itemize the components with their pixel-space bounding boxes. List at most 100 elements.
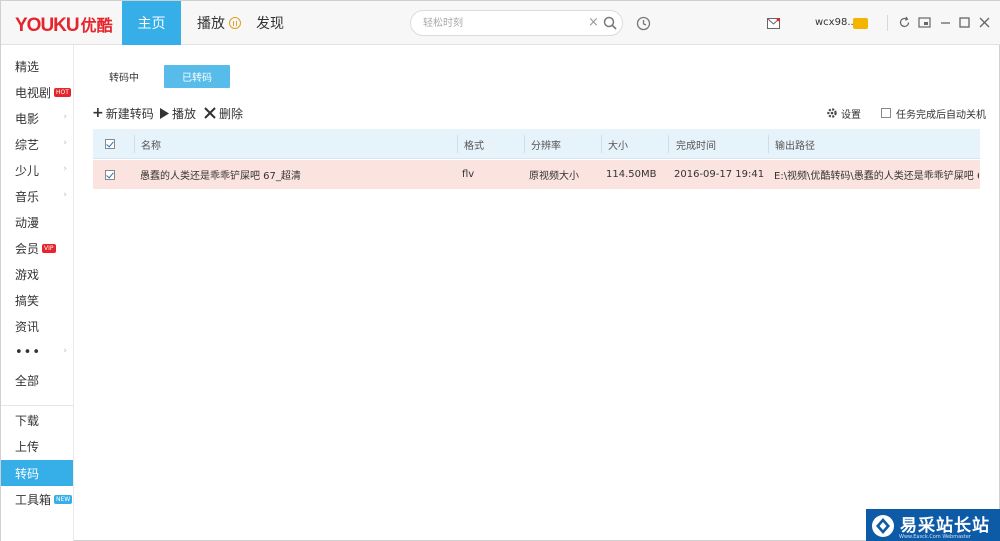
column-divider xyxy=(668,135,669,153)
youku-window: YOUKU 优酷 主页 播放 发现 × xyxy=(0,0,1000,541)
history-clock-icon[interactable] xyxy=(636,16,651,31)
column-label: 完成时间 xyxy=(676,140,716,152)
sidebar-item-anime[interactable]: 动漫 xyxy=(1,209,73,235)
close-icon[interactable] xyxy=(978,16,991,29)
play-button[interactable]: 播放 xyxy=(160,105,196,121)
button-label: 删除 xyxy=(219,106,244,121)
chevron-right-icon: › xyxy=(63,190,67,200)
cell-output-path: E:\视频\优酷转码\愚蠢的人类还是乖乖铲屎吧 6... xyxy=(774,171,979,182)
sidebar-item-label: 工具箱 xyxy=(15,492,52,507)
checkbox-checked[interactable] xyxy=(105,139,115,149)
username-label[interactable]: wcx98... xyxy=(815,17,857,28)
sidebar-item-game[interactable]: 游戏 xyxy=(1,261,73,287)
sidebar-item-label: 电视剧 xyxy=(15,85,52,100)
minimize-icon[interactable] xyxy=(939,16,952,29)
sidebar-item-variety[interactable]: 综艺 › xyxy=(1,131,73,157)
column-label: 大小 xyxy=(608,140,628,152)
watermark-title: 易采站长站 xyxy=(900,515,990,536)
button-label: 播放 xyxy=(172,106,197,121)
tab-converting[interactable]: 转码中 xyxy=(95,65,153,88)
sidebar-item-funny[interactable]: 搞笑 xyxy=(1,287,73,313)
checkbox-checked[interactable] xyxy=(105,169,115,180)
clear-icon[interactable]: × xyxy=(588,15,599,30)
select-all-checkbox[interactable] xyxy=(105,129,120,159)
sidebar-item-featured[interactable]: 精选 xyxy=(1,53,73,79)
hot-badge: HOT xyxy=(54,87,71,97)
column-divider xyxy=(601,135,602,153)
column-header-resolution[interactable]: 分辨率 xyxy=(531,129,561,159)
sidebar-item-upload[interactable]: 上传 xyxy=(1,433,73,459)
sidebar-item-transcode[interactable]: 转码 xyxy=(1,460,73,486)
sidebar-item-member[interactable]: 会员 VIP xyxy=(1,235,73,261)
sidebar-item-download[interactable]: 下载 xyxy=(1,407,73,433)
delete-button[interactable]: 删除 xyxy=(204,105,243,121)
sidebar-item-all[interactable]: 全部 xyxy=(1,367,73,393)
nav-home-label: 主页 xyxy=(137,16,166,32)
nav-discover-tab[interactable]: 发现 xyxy=(256,1,284,45)
chevron-right-icon: › xyxy=(63,112,67,122)
checkbox-unchecked[interactable] xyxy=(881,108,891,118)
refresh-icon[interactable] xyxy=(898,16,911,29)
sidebar-item-label: 动漫 xyxy=(15,215,40,230)
cell-size: 114.50MB xyxy=(606,169,657,180)
auto-shutdown-label: 任务完成后自动关机 xyxy=(896,109,986,121)
sidebar-item-label: 全部 xyxy=(15,373,40,388)
nav-play-tab[interactable]: 播放 xyxy=(197,1,241,45)
pause-icon xyxy=(229,17,241,29)
chevron-right-icon: › xyxy=(63,346,67,356)
search-box: × xyxy=(410,10,623,36)
column-divider xyxy=(457,135,458,153)
sidebar-item-label: 资讯 xyxy=(15,319,40,334)
sidebar-item-label: 精选 xyxy=(15,59,40,74)
sidebar-item-news[interactable]: 资讯 xyxy=(1,313,73,339)
settings-button[interactable]: 设置 xyxy=(826,105,861,121)
maximize-icon[interactable] xyxy=(958,16,971,29)
sidebar-divider xyxy=(1,405,73,406)
row-checkbox[interactable] xyxy=(105,160,120,189)
sidebar-item-toolbox[interactable]: 工具箱 NEW xyxy=(1,486,73,512)
delete-x-icon xyxy=(204,107,216,119)
sidebar-item-label: 少儿 xyxy=(15,163,40,178)
sidebar-item-kids[interactable]: 少儿 › xyxy=(1,157,73,183)
sidebar: 精选 电视剧 HOT 电影 › 综艺 › 少儿 › 音乐 › 动漫 会员 VIP xyxy=(1,45,74,541)
chevron-right-icon: › xyxy=(63,164,67,174)
auto-shutdown-checkbox[interactable]: 任务完成后自动关机 xyxy=(881,105,986,121)
column-header-finish-time[interactable]: 完成时间 xyxy=(676,129,716,159)
search-input[interactable] xyxy=(423,15,583,32)
message-icon[interactable] xyxy=(767,18,780,29)
sidebar-item-label: 音乐 xyxy=(15,189,40,204)
sidebar-item-more[interactable]: ••• › xyxy=(1,339,73,365)
column-header-name[interactable]: 名称 xyxy=(141,129,161,159)
tab-label: 已转码 xyxy=(182,73,212,84)
table-header: 名称 格式 分辨率 大小 完成时间 输出路径 xyxy=(93,129,980,159)
cell-format: flv xyxy=(462,169,475,180)
search-icon[interactable] xyxy=(603,16,617,30)
window-controls-divider xyxy=(887,15,888,31)
nav-home-tab[interactable]: 主页 xyxy=(122,1,181,45)
sidebar-item-label: 综艺 xyxy=(15,137,40,152)
tab-converted[interactable]: 已转码 xyxy=(164,65,230,88)
table-row[interactable]: 愚蠢的人类还是乖乖铲屎吧 67_超清 flv 原视频大小 114.50MB 20… xyxy=(93,160,980,189)
watermark-logo-icon xyxy=(872,514,894,537)
column-label: 格式 xyxy=(464,140,484,152)
column-header-size[interactable]: 大小 xyxy=(608,129,628,159)
youku-logo[interactable]: YOUKU 优酷 xyxy=(15,12,113,36)
sidebar-item-movie[interactable]: 电影 › xyxy=(1,105,73,131)
sidebar-item-music[interactable]: 音乐 › xyxy=(1,183,73,209)
cell-resolution: 原视频大小 xyxy=(529,171,579,182)
column-header-output-path[interactable]: 输出路径 xyxy=(775,129,815,159)
vip-badge: VIP xyxy=(42,243,56,253)
sidebar-item-label: 下载 xyxy=(15,413,40,428)
sidebar-item-label: 会员 xyxy=(15,241,40,256)
new-transcode-button[interactable]: + 新建转码 xyxy=(92,105,154,121)
nav-discover-label: 发现 xyxy=(256,16,284,32)
sidebar-item-tv[interactable]: 电视剧 HOT xyxy=(1,79,73,105)
settings-label: 设置 xyxy=(841,109,861,121)
column-label: 输出路径 xyxy=(775,140,815,152)
mini-mode-icon[interactable] xyxy=(918,16,931,29)
gear-icon xyxy=(827,108,837,118)
nav-play-label: 播放 xyxy=(197,16,225,32)
sidebar-item-label: 转码 xyxy=(15,466,40,481)
column-header-format[interactable]: 格式 xyxy=(464,129,484,159)
sidebar-item-label: 搞笑 xyxy=(15,293,40,308)
